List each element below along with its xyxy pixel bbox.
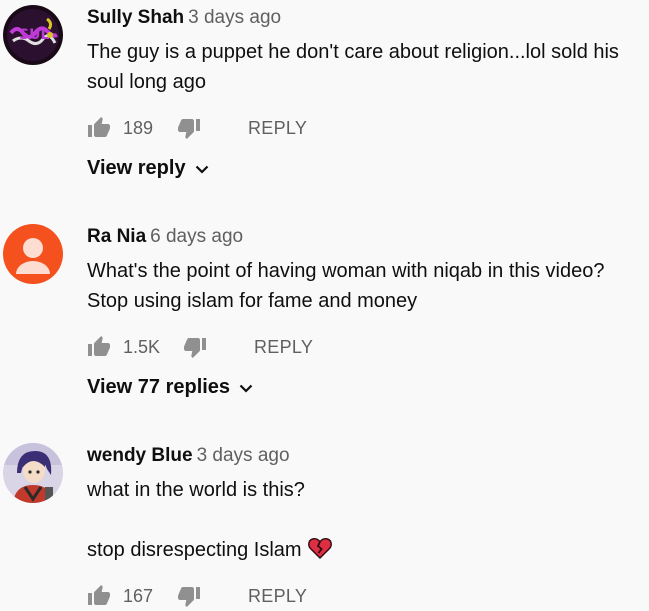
view-replies-button[interactable]: View 77 replies	[87, 376, 254, 399]
reply-button[interactable]: REPLY	[248, 586, 307, 607]
comment-timestamp[interactable]: 3 days ago	[188, 7, 281, 28]
comment-header: Ra Nia 6 days ago	[87, 225, 243, 249]
comment-header: Sully Shah 3 days ago	[87, 6, 281, 30]
author-name[interactable]: wendy Blue	[87, 445, 193, 466]
chevron-down-icon	[238, 380, 254, 396]
like-count: 167	[123, 585, 154, 606]
like-count: 1.5K	[123, 336, 161, 357]
avatar[interactable]	[3, 224, 63, 284]
comment-header: wendy Blue 3 days ago	[87, 444, 290, 468]
like-count: 189	[123, 117, 154, 138]
comment-line-text: stop disrespecting Islam	[87, 539, 302, 561]
comment-text: What's the point of having woman with ni…	[87, 256, 647, 316]
comment-timestamp[interactable]: 3 days ago	[197, 445, 290, 466]
comment-line: The guy is a puppet he don't care about …	[87, 41, 619, 93]
comment-line: what in the world is this?	[87, 479, 305, 501]
thumb-up-icon[interactable]	[87, 116, 111, 140]
author-name[interactable]: Ra Nia	[87, 226, 146, 247]
thumb-down-icon[interactable]	[183, 335, 207, 359]
reply-button[interactable]: REPLY	[248, 118, 307, 139]
view-replies-button[interactable]: View reply	[87, 157, 210, 180]
thumb-down-icon[interactable]	[177, 116, 201, 140]
avatar[interactable]	[3, 443, 63, 503]
comment-timestamp[interactable]: 6 days ago	[150, 226, 243, 247]
comment-line: What's the point of having woman with ni…	[87, 260, 605, 312]
view-replies-label: View reply	[87, 157, 186, 179]
comment-line: stop disrespecting Islam	[87, 535, 647, 568]
comment-text: The guy is a puppet he don't care about …	[87, 37, 647, 97]
comment-actions: 1.5K REPLY	[87, 333, 313, 361]
reply-button[interactable]: REPLY	[254, 337, 313, 358]
avatar[interactable]: SUL	[3, 5, 63, 65]
comment-actions: 167 REPLY	[87, 582, 307, 610]
view-replies-label: View 77 replies	[87, 376, 231, 398]
author-name[interactable]: Sully Shah	[87, 7, 184, 28]
svg-text:SUL: SUL	[19, 27, 49, 43]
comment-text: stop disrespecting Islam	[87, 535, 647, 568]
thumb-down-icon[interactable]	[177, 584, 201, 608]
comment-text: what in the world is this?	[87, 475, 647, 505]
thumb-up-icon[interactable]	[87, 584, 111, 608]
chevron-down-icon	[194, 161, 210, 177]
thumb-up-icon[interactable]	[87, 335, 111, 359]
broken-heart-icon	[307, 537, 332, 568]
comment-actions: 189 REPLY	[87, 114, 307, 142]
